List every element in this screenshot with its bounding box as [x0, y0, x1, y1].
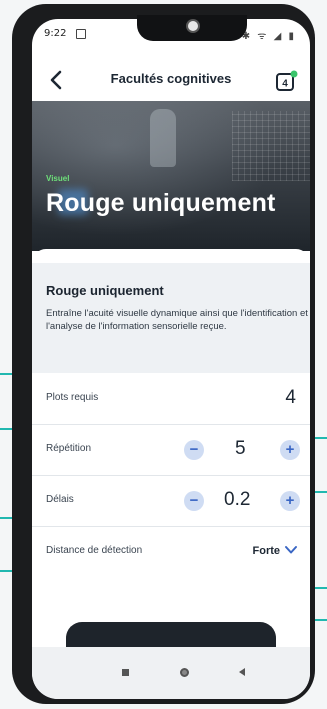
repetition-label: Répétition	[46, 443, 92, 454]
detection-distance-label: Distance de détection	[46, 545, 143, 556]
details-card: Rouge uniquement Entraîne l'acuité visue…	[32, 249, 310, 669]
delay-label: Délais	[46, 494, 74, 505]
pods-required-value: 4	[285, 387, 296, 408]
pods-required-label: Plots requis	[46, 392, 99, 403]
pods-count-icon[interactable]: 4	[272, 67, 300, 95]
repetition-minus-button[interactable]: −	[184, 440, 204, 460]
description-text: Entraîne l'acuité visuelle dynamique ain…	[46, 308, 308, 332]
status-icons: ✱ ᯤ ◢ ▮	[241, 31, 296, 42]
hero-title: Rouge uniquement	[46, 189, 276, 217]
sim-icon	[76, 29, 86, 39]
delay-minus-button[interactable]: −	[184, 491, 204, 511]
delay-plus-button[interactable]: +	[280, 491, 300, 511]
detection-distance-value[interactable]: Forte	[253, 545, 281, 557]
hero-banner	[32, 101, 310, 251]
description-title: Rouge uniquement	[46, 283, 164, 298]
hero-net	[232, 111, 310, 181]
page-title: Facultés cognitives	[110, 71, 232, 86]
back-icon[interactable]	[239, 668, 245, 676]
chevron-down-icon[interactable]	[284, 543, 298, 557]
repetition-plus-button[interactable]: +	[280, 440, 300, 460]
repetition-row: Répétition − 5 +	[32, 425, 310, 476]
recents-icon[interactable]	[122, 669, 129, 676]
delay-row: Délais − 0.2 +	[32, 476, 310, 527]
category-label: Visuel	[46, 174, 70, 183]
detection-distance-row[interactable]: Distance de détection Forte	[32, 527, 310, 577]
back-arrow-icon[interactable]	[42, 65, 72, 95]
top-nav: Facultés cognitives 4	[32, 61, 310, 101]
svg-text:4: 4	[282, 79, 288, 90]
app-screen: 9:22 ✱ ᯤ ◢ ▮ Facultés cognitives 4 Visue…	[32, 19, 310, 699]
camera-icon	[186, 19, 200, 33]
repetition-value: 5	[235, 438, 246, 459]
hero-figure	[150, 109, 176, 167]
pods-required-row: Plots requis 4	[32, 374, 310, 425]
system-nav-bar	[32, 647, 310, 699]
status-time: 9:22	[44, 28, 67, 39]
delay-value: 0.2	[224, 489, 251, 510]
home-icon[interactable]	[180, 668, 189, 677]
